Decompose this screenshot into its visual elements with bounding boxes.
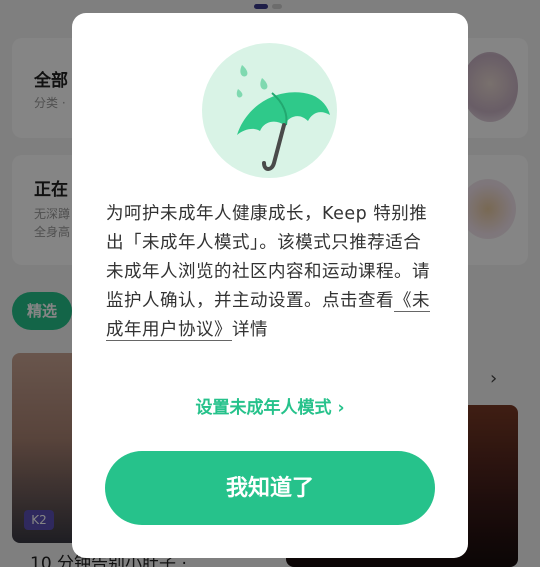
raindrop bbox=[240, 65, 248, 77]
setup-minor-mode-link[interactable]: 设置未成年人模式 › bbox=[72, 393, 468, 418]
description-suffix: 详情 bbox=[232, 320, 268, 340]
umbrella-handle bbox=[262, 123, 286, 171]
setup-link-label: 设置未成年人模式 bbox=[195, 398, 332, 418]
minor-mode-dialog: 为呵护未成年人健康成长，Keep 特别推出「未成年人模式」。该模式只推荐适合未成… bbox=[72, 13, 468, 558]
chevron-right-icon: › bbox=[337, 398, 345, 418]
raindrop bbox=[236, 89, 243, 98]
umbrella-illustration bbox=[236, 65, 330, 171]
raindrop bbox=[260, 78, 268, 90]
confirm-button[interactable]: 我知道了 bbox=[105, 451, 435, 525]
description-text: 为呵护未成年人健康成长，Keep 特别推出「未成年人模式」。该模式只推荐适合未成… bbox=[106, 204, 430, 311]
minor-mode-description: 为呵护未成年人健康成长，Keep 特别推出「未成年人模式」。该模式只推荐适合未成… bbox=[106, 200, 436, 345]
umbrella-rain-icon bbox=[202, 43, 337, 178]
